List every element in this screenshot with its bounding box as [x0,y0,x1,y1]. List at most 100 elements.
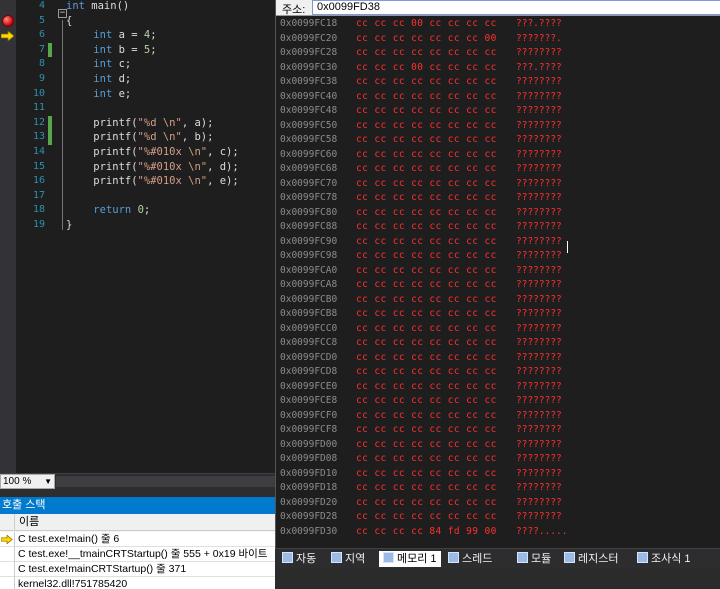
memory-ascii: ???????? [516,119,562,131]
code-line[interactable]: int a = 4; [68,28,156,43]
code-line[interactable]: printf("%#010x \n", e); [68,174,238,189]
code-token: d; [112,73,132,85]
code-token: b = [112,43,144,56]
memory-row[interactable]: 0x0099FC20 cc cc cc cc cc cc cc 00???????… [276,32,720,47]
memory-row[interactable]: 0x0099FC40 cc cc cc cc cc cc cc cc???????… [276,90,720,105]
code-line[interactable]: int b = 5; [68,43,156,58]
memory-row[interactable]: 0x0099FC48 cc cc cc cc cc cc cc cc???????… [276,104,720,119]
memory-row[interactable]: 0x0099FD00 cc cc cc cc cc cc cc cc???????… [276,438,720,453]
code-line[interactable]: printf("%#010x \n", c); [68,145,238,160]
registers-icon [564,552,575,563]
code-text-area[interactable]: int main(){ int a = 4; int b = 5; int c;… [54,0,275,473]
memory-row[interactable]: 0x0099FC28 cc cc cc cc cc cc cc cc???????… [276,46,720,61]
locals-icon [331,552,342,563]
memory-bytes: cc cc cc cc cc cc cc cc [356,293,497,305]
memory-row[interactable]: 0x0099FD28 cc cc cc cc cc cc cc cc???????… [276,510,720,525]
memory-row[interactable]: 0x0099FC58 cc cc cc cc cc cc cc cc???????… [276,133,720,148]
memory-row[interactable]: 0x0099FD10 cc cc cc cc cc cc cc cc???????… [276,467,720,482]
string-token: "%#010x \n" [137,175,208,188]
memory-row[interactable]: 0x0099FCE0 cc cc cc cc cc cc cc cc???????… [276,380,720,395]
collapse-toggle-icon[interactable]: − [58,9,67,18]
tab-watch[interactable]: 조사식 1 [637,551,691,567]
code-line[interactable]: printf("%#010x \n", d); [68,160,238,175]
tab-modules[interactable]: 모듈 [517,551,551,567]
call-stack-row[interactable]: C test.exe!__tmainCRTStartup() 줄 555 + 0… [0,547,275,562]
memory-dump[interactable]: 0x0099FC18 cc cc cc 00 cc cc cc cc???.???… [276,17,720,548]
memory-row[interactable]: 0x0099FCB8 cc cc cc cc cc cc cc cc???????… [276,307,720,322]
memory-row[interactable]: 0x0099FC68 cc cc cc cc cc cc cc cc???????… [276,162,720,177]
memory-row[interactable]: 0x0099FCF8 cc cc cc cc cc cc cc cc???????… [276,423,720,438]
zoom-dropdown[interactable]: 100 % ▼ [0,474,55,489]
memory-address: 0x0099FC40 [280,90,338,102]
address-input[interactable]: 0x0099FD38 [312,0,720,15]
memory-bytes: cc cc cc cc cc cc cc cc [356,351,497,363]
memory-row[interactable]: 0x0099FCC8 cc cc cc cc cc cc cc cc???????… [276,336,720,351]
call-stack-row-gutter [0,547,15,562]
code-editor[interactable]: 4 5 6 7 8 9 10 11 12 13 14 15 16 17 18 19 int main(){ i… [0,0,275,473]
tab-label: 자동 [296,553,317,565]
memory-bytes: cc cc cc cc cc cc cc cc [356,496,497,508]
memory-row[interactable]: 0x0099FD08 cc cc cc cc cc cc cc cc???????… [276,452,720,467]
memory-row[interactable]: 0x0099FCE8 cc cc cc cc cc cc cc cc???????… [276,394,720,409]
code-token: a = [112,29,144,42]
memory-row[interactable]: 0x0099FCA8 cc cc cc cc cc cc cc cc???????… [276,278,720,293]
code-line[interactable]: return 0; [68,203,150,218]
memory-row[interactable]: 0x0099FCA0 cc cc cc cc cc cc cc cc???????… [276,264,720,279]
code-line[interactable]: } [66,218,72,233]
horizontal-scrollbar[interactable] [56,476,275,487]
call-stack-frame-text: C test.exe!__tmainCRTStartup() 줄 555 + 0… [18,548,268,560]
memory-row[interactable]: 0x0099FCC0 cc cc cc cc cc cc cc cc???????… [276,322,720,337]
code-line[interactable]: int main() [66,0,129,14]
debug-window-tabs: 자동 지역 메모리 1 스레드 모듈 레지스터 조사식 1 [275,548,720,568]
tab-threads[interactable]: 스레드 [448,551,492,567]
code-line[interactable]: int d; [68,72,131,87]
tab-registers[interactable]: 레지스터 [564,551,618,567]
code-line[interactable]: int e; [68,87,131,102]
memory-row[interactable]: 0x0099FD18 cc cc cc cc cc cc cc cc???????… [276,481,720,496]
keyword-token: int [93,29,113,42]
memory-row[interactable]: 0x0099FCD8 cc cc cc cc cc cc cc cc???????… [276,365,720,380]
code-line[interactable]: printf("%d \n", a); [68,116,213,131]
glyph-margin[interactable] [0,0,16,473]
memory-address: 0x0099FC20 [280,32,338,44]
line-number: 7 [38,43,45,55]
breakpoint-icon[interactable] [2,15,14,28]
code-token: c; [112,58,132,71]
memory-row[interactable]: 0x0099FC70 cc cc cc cc cc cc cc cc???????… [276,177,720,192]
memory-row[interactable]: 0x0099FCD0 cc cc cc cc cc cc cc cc???????… [276,351,720,366]
tab-autos[interactable]: 자동 [282,551,316,567]
call-stack-row[interactable]: C test.exe!main() 줄 6 [0,532,275,547]
memory-row[interactable]: 0x0099FC98 cc cc cc cc cc cc cc cc???????… [276,249,720,264]
memory-ascii: ???????? [516,279,562,290]
pane-splitter[interactable] [0,489,275,497]
code-token: main() [84,0,130,12]
memory-row[interactable]: 0x0099FC90 cc cc cc cc cc cc cc cc???????… [276,235,720,250]
memory-row[interactable]: 0x0099FCB0 cc cc cc cc cc cc cc cc???????… [276,293,720,308]
memory-row[interactable]: 0x0099FC78 cc cc cc cc cc cc cc cc???????… [276,191,720,206]
tab-memory[interactable]: 메모리 1 [379,551,441,567]
memory-icon [383,552,394,563]
memory-row[interactable]: 0x0099FC38 cc cc cc cc cc cc cc cc???????… [276,75,720,90]
memory-row[interactable]: 0x0099FC80 cc cc cc cc cc cc cc cc???????… [276,206,720,221]
code-line[interactable]: printf("%d \n", b); [68,130,213,145]
memory-row[interactable]: 0x0099FD30 cc cc cc cc 84 fd 99 00????...… [276,525,720,540]
code-token: printf( [68,175,138,188]
memory-row[interactable]: 0x0099FC30 cc cc cc 00 cc cc cc cc???.???… [276,61,720,76]
memory-ascii: ???????? [516,192,562,203]
code-line[interactable]: int c; [68,57,131,72]
memory-row[interactable]: 0x0099FC60 cc cc cc cc cc cc cc cc???????… [276,148,720,163]
memory-row[interactable]: 0x0099FC88 cc cc cc cc cc cc cc cc???????… [276,220,720,235]
call-stack-row[interactable]: C test.exe!mainCRTStartup() 줄 371 [0,562,275,577]
current-frame-arrow-icon [1,535,13,544]
memory-row[interactable]: 0x0099FCF0 cc cc cc cc cc cc cc cc???????… [276,409,720,424]
call-stack-row[interactable]: kernel32.dll!751785420 [0,577,275,589]
memory-row[interactable]: 0x0099FC50 cc cc cc cc cc cc cc cc???????… [276,119,720,134]
column-header-name[interactable]: 이름 [19,514,39,531]
memory-row[interactable]: 0x0099FD20 cc cc cc cc cc cc cc cc???????… [276,496,720,511]
memory-ascii: ???????? [516,206,562,218]
tab-locals[interactable]: 지역 [331,551,365,567]
memory-row[interactable]: 0x0099FC18 cc cc cc 00 cc cc cc cc???.???… [276,17,720,32]
call-stack-frame-text: C test.exe!mainCRTStartup() 줄 371 [18,563,187,575]
memory-bytes: cc cc cc cc cc cc cc cc [356,424,497,435]
